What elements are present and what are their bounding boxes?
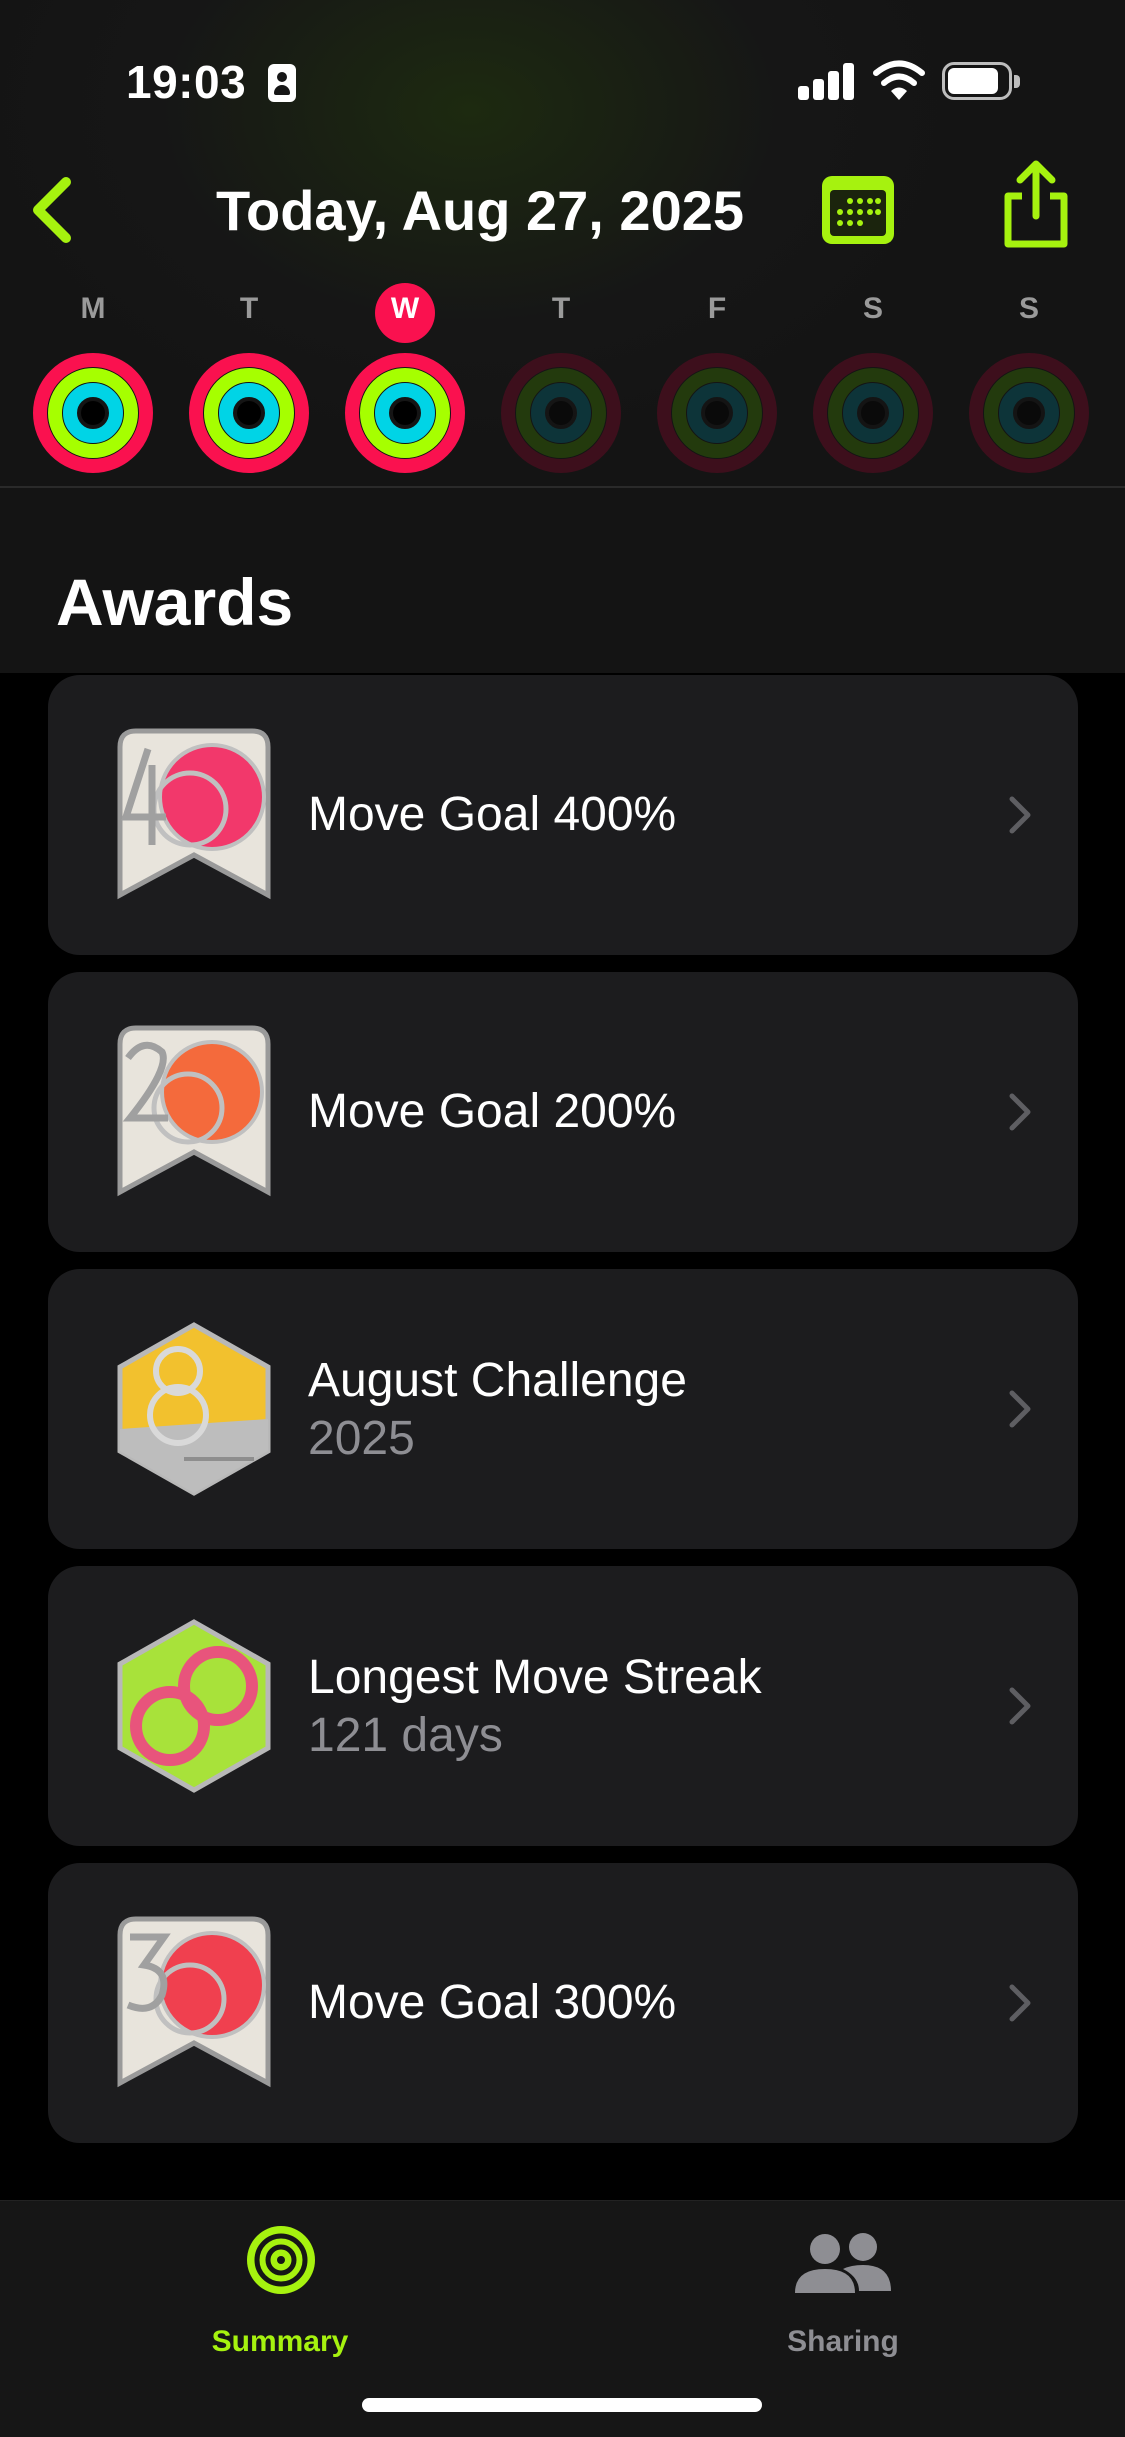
tab-label: Summary: [211, 2325, 349, 2358]
week-activity-strip: M T W T F S S: [0, 283, 1125, 485]
day-label: S: [862, 292, 883, 325]
award-row-move-goal-400[interactable]: Move Goal 400%: [48, 675, 1078, 955]
award-title: Longest Move Streak: [308, 1651, 762, 1704]
chevron-right-icon: [1009, 1984, 1031, 2022]
home-indicator[interactable]: [362, 2398, 762, 2412]
section-title: Awards: [56, 565, 294, 639]
award-title: August Challenge: [308, 1354, 687, 1407]
activity-rings-icon: [345, 353, 465, 473]
activity-rings-icon: [33, 353, 153, 473]
award-subtitle: 2025: [308, 1412, 415, 1465]
day-label: W: [390, 292, 420, 325]
day-thursday[interactable]: T: [496, 285, 626, 485]
status-time: 19:03: [126, 56, 247, 108]
status-bar: 19:03: [0, 0, 1125, 160]
tab-summary[interactable]: Summary: [130, 2221, 430, 2361]
chevron-right-icon: [1009, 1390, 1031, 1428]
activity-rings-icon: [189, 353, 309, 473]
move-goal-300-badge-icon: [117, 1916, 271, 2088]
august-challenge-badge-icon: [117, 1322, 271, 1496]
activity-rings-icon: [657, 353, 777, 473]
move-goal-200-badge-icon: [117, 1025, 271, 1197]
sharing-people-icon: [795, 2233, 891, 2293]
day-saturday[interactable]: S: [808, 285, 938, 485]
longest-move-streak-badge-icon: [117, 1619, 271, 1793]
page-title: Today, Aug 27, 2025: [215, 179, 745, 242]
day-wednesday-today[interactable]: W: [340, 283, 470, 485]
award-row-move-goal-300[interactable]: Move Goal 300%: [48, 1863, 1078, 2143]
wifi-icon: [873, 60, 925, 100]
share-icon[interactable]: [998, 160, 1074, 250]
chevron-right-icon: [1009, 796, 1031, 834]
day-sunday[interactable]: S: [964, 285, 1094, 485]
day-label: F: [707, 292, 727, 325]
tab-sharing[interactable]: Sharing: [693, 2221, 993, 2361]
day-friday[interactable]: F: [652, 285, 782, 485]
day-label: S: [1018, 292, 1039, 325]
calendar-icon[interactable]: [820, 174, 896, 246]
day-monday[interactable]: M: [28, 285, 158, 485]
day-label: M: [80, 292, 106, 325]
award-row-move-goal-200[interactable]: Move Goal 200%: [48, 972, 1078, 1252]
day-tuesday[interactable]: T: [184, 285, 314, 485]
day-label: T: [551, 292, 571, 325]
award-row-longest-move-streak[interactable]: Longest Move Streak 121 days: [48, 1566, 1078, 1846]
award-title: Move Goal 200%: [308, 1085, 677, 1138]
activity-rings-icon: [501, 353, 621, 473]
cellular-signal-icon: [798, 62, 856, 100]
summary-rings-icon: [247, 2226, 315, 2294]
chevron-right-icon: [1009, 1687, 1031, 1725]
divider: [0, 486, 1125, 488]
battery-icon: [942, 62, 1022, 102]
day-label: T: [239, 292, 259, 325]
award-title: Move Goal 400%: [308, 788, 677, 841]
award-subtitle: 121 days: [308, 1709, 503, 1762]
contact-card-icon: [268, 64, 296, 102]
navigation-bar: Today, Aug 27, 2025: [0, 160, 1125, 270]
activity-rings-icon: [969, 353, 1089, 473]
activity-rings-icon: [813, 353, 933, 473]
move-goal-400-badge-icon: [117, 728, 271, 900]
chevron-right-icon: [1009, 1093, 1031, 1131]
award-title: Move Goal 300%: [308, 1976, 677, 2029]
tab-label: Sharing: [787, 2325, 899, 2358]
back-chevron-icon[interactable]: [22, 170, 82, 250]
award-row-august-challenge[interactable]: August Challenge 2025: [48, 1269, 1078, 1549]
